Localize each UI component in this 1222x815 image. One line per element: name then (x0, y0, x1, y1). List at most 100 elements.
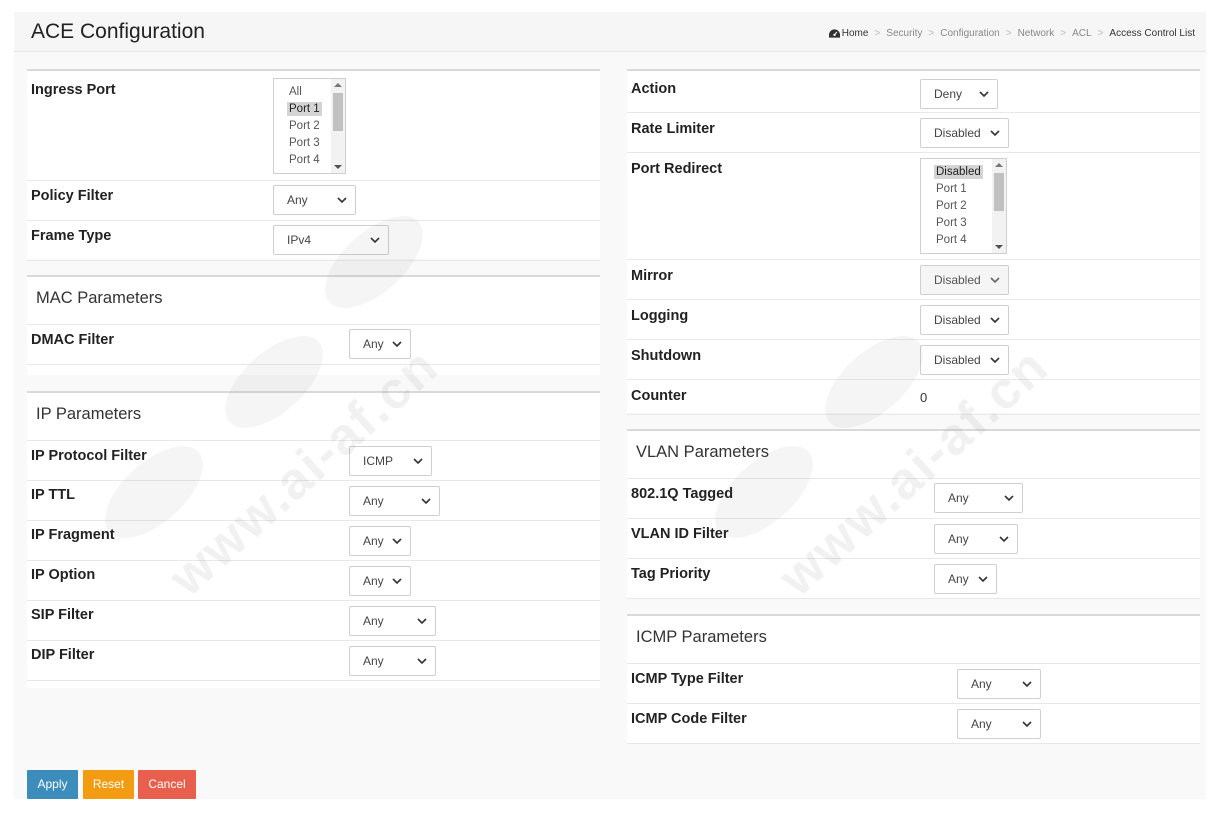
logging-label: Logging (631, 308, 689, 324)
counter-row: Counter 0 (627, 380, 1200, 415)
cancel-button[interactable]: Cancel (138, 770, 196, 799)
ip-protocol-filter-select[interactable]: ICMP (349, 446, 432, 476)
breadcrumb-home[interactable]: Home (828, 28, 868, 39)
breadcrumb-separator: > (1060, 28, 1067, 39)
breadcrumb-separator: > (1005, 28, 1012, 39)
breadcrumb-separator: > (874, 28, 881, 39)
frame-type-select[interactable]: IPv4 (273, 225, 389, 255)
icmp-code-filter-value: Any (971, 717, 992, 731)
icmp-parameters-panel: ICMP Parameters ICMP Type Filter Any ICM… (627, 614, 1200, 744)
dmac-filter-select[interactable]: Any (349, 329, 411, 359)
breadcrumb-acl[interactable]: ACL (1072, 28, 1091, 39)
icmp-code-filter-row: ICMP Code Filter Any (627, 704, 1200, 744)
ip-protocol-filter-value: ICMP (363, 454, 393, 468)
vlan-id-filter-select[interactable]: Any (934, 524, 1018, 554)
ingress-port-listbox[interactable]: All Port 1 Port 2 Port 3 Port 4 (273, 78, 346, 174)
port-redirect-option[interactable]: Port 1 (934, 182, 969, 196)
chevron-down-icon (392, 341, 402, 348)
ingress-panel: Ingress Port All Port 1 Port 2 Port 3 Po… (27, 69, 600, 261)
counter-label: Counter (631, 388, 687, 404)
action-panel: Action Deny Rate Limiter Disabled Port R… (627, 69, 1200, 415)
vlan-id-filter-label: VLAN ID Filter (631, 526, 729, 542)
ingress-port-option[interactable]: All (287, 85, 304, 99)
tagged-select[interactable]: Any (934, 483, 1023, 513)
breadcrumb-security[interactable]: Security (886, 28, 922, 39)
sip-filter-row: SIP Filter Any (27, 601, 600, 641)
breadcrumb-separator: > (928, 28, 935, 39)
breadcrumb-separator: > (1097, 28, 1104, 39)
chevron-down-icon (990, 317, 1000, 324)
chevron-down-icon (417, 618, 427, 625)
ip-fragment-value: Any (363, 534, 384, 548)
reset-button[interactable]: Reset (83, 770, 134, 799)
port-redirect-option[interactable]: Port 2 (934, 199, 969, 213)
scroll-down-icon[interactable] (334, 165, 342, 169)
mirror-row: Mirror Disabled (627, 260, 1200, 300)
scroll-up-icon[interactable] (334, 83, 342, 87)
logging-select[interactable]: Disabled (920, 305, 1009, 335)
vlan-id-filter-value: Any (948, 532, 969, 546)
port-redirect-option[interactable]: Port 3 (934, 216, 969, 230)
dip-filter-select[interactable]: Any (349, 646, 436, 676)
ip-protocol-filter-label: IP Protocol Filter (31, 448, 147, 464)
vlan-parameters-panel: VLAN Parameters 802.1Q Tagged Any VLAN I… (627, 429, 1200, 599)
scroll-up-icon[interactable] (995, 163, 1003, 167)
apply-button[interactable]: Apply (27, 770, 78, 799)
icmp-type-filter-select[interactable]: Any (957, 669, 1041, 699)
counter-value: 0 (920, 390, 928, 405)
scroll-thumb[interactable] (333, 93, 343, 131)
breadcrumb-current: Access Control List (1109, 28, 1195, 39)
policy-filter-value: Any (287, 193, 308, 207)
shutdown-value: Disabled (934, 353, 981, 367)
ingress-port-scrollbar[interactable] (331, 79, 345, 173)
policy-filter-label: Policy Filter (31, 188, 114, 204)
port-redirect-option[interactable]: Disabled (934, 165, 983, 179)
tag-priority-value: Any (948, 572, 969, 586)
tagged-value: Any (948, 491, 969, 505)
sip-filter-select[interactable]: Any (349, 606, 436, 636)
icmp-parameters-title: ICMP Parameters (636, 628, 767, 646)
port-redirect-option[interactable]: Port 4 (934, 233, 969, 247)
chevron-down-icon (999, 536, 1009, 543)
action-select[interactable]: Deny (920, 79, 998, 109)
ip-fragment-select[interactable]: Any (349, 526, 411, 556)
mac-parameters-panel: MAC Parameters DMAC Filter Any (27, 275, 600, 375)
action-row: Action Deny (627, 71, 1200, 113)
mac-header-row (27, 277, 600, 325)
dip-filter-label: DIP Filter (31, 647, 95, 663)
rate-limiter-select[interactable]: Disabled (920, 118, 1009, 148)
rate-limiter-label: Rate Limiter (631, 121, 715, 137)
port-redirect-scrollbar[interactable] (992, 159, 1006, 253)
tagged-label: 802.1Q Tagged (631, 486, 734, 502)
ip-option-value: Any (363, 574, 384, 588)
shutdown-select[interactable]: Disabled (920, 345, 1009, 375)
scroll-down-icon[interactable] (995, 245, 1003, 249)
ingress-port-option[interactable]: Port 2 (287, 119, 322, 133)
action-label: Action (631, 81, 677, 97)
breadcrumb-network[interactable]: Network (1018, 28, 1055, 39)
vlan-id-filter-row: VLAN ID Filter Any (627, 519, 1200, 559)
frame-type-value: IPv4 (287, 233, 312, 247)
chevron-down-icon (413, 458, 423, 465)
scroll-thumb[interactable] (994, 173, 1004, 211)
ip-option-label: IP Option (31, 567, 96, 583)
ip-parameters-panel: IP Parameters IP Protocol Filter ICMP IP… (27, 391, 600, 688)
ingress-port-option[interactable]: Port 3 (287, 136, 322, 150)
ip-option-select[interactable]: Any (349, 566, 411, 596)
mirror-select[interactable]: Disabled (920, 265, 1009, 295)
tagged-row: 802.1Q Tagged Any (627, 479, 1200, 519)
app-window: ACE Configuration Home > Security > Conf… (14, 12, 1206, 799)
breadcrumb-configuration[interactable]: Configuration (940, 28, 999, 39)
ip-ttl-select[interactable]: Any (349, 486, 440, 516)
icmp-type-filter-value: Any (971, 677, 992, 691)
logging-row: Logging Disabled (627, 300, 1200, 340)
ingress-port-option[interactable]: Port 1 (287, 102, 322, 116)
frame-type-label: Frame Type (31, 228, 112, 244)
ip-option-row: IP Option Any (27, 561, 600, 601)
tag-priority-select[interactable]: Any (934, 564, 997, 594)
policy-filter-select[interactable]: Any (273, 185, 356, 215)
ingress-port-option[interactable]: Port 4 (287, 153, 322, 167)
dmac-filter-row: DMAC Filter Any (27, 325, 600, 365)
icmp-code-filter-select[interactable]: Any (957, 709, 1041, 739)
port-redirect-listbox[interactable]: Disabled Port 1 Port 2 Port 3 Port 4 (920, 158, 1007, 254)
